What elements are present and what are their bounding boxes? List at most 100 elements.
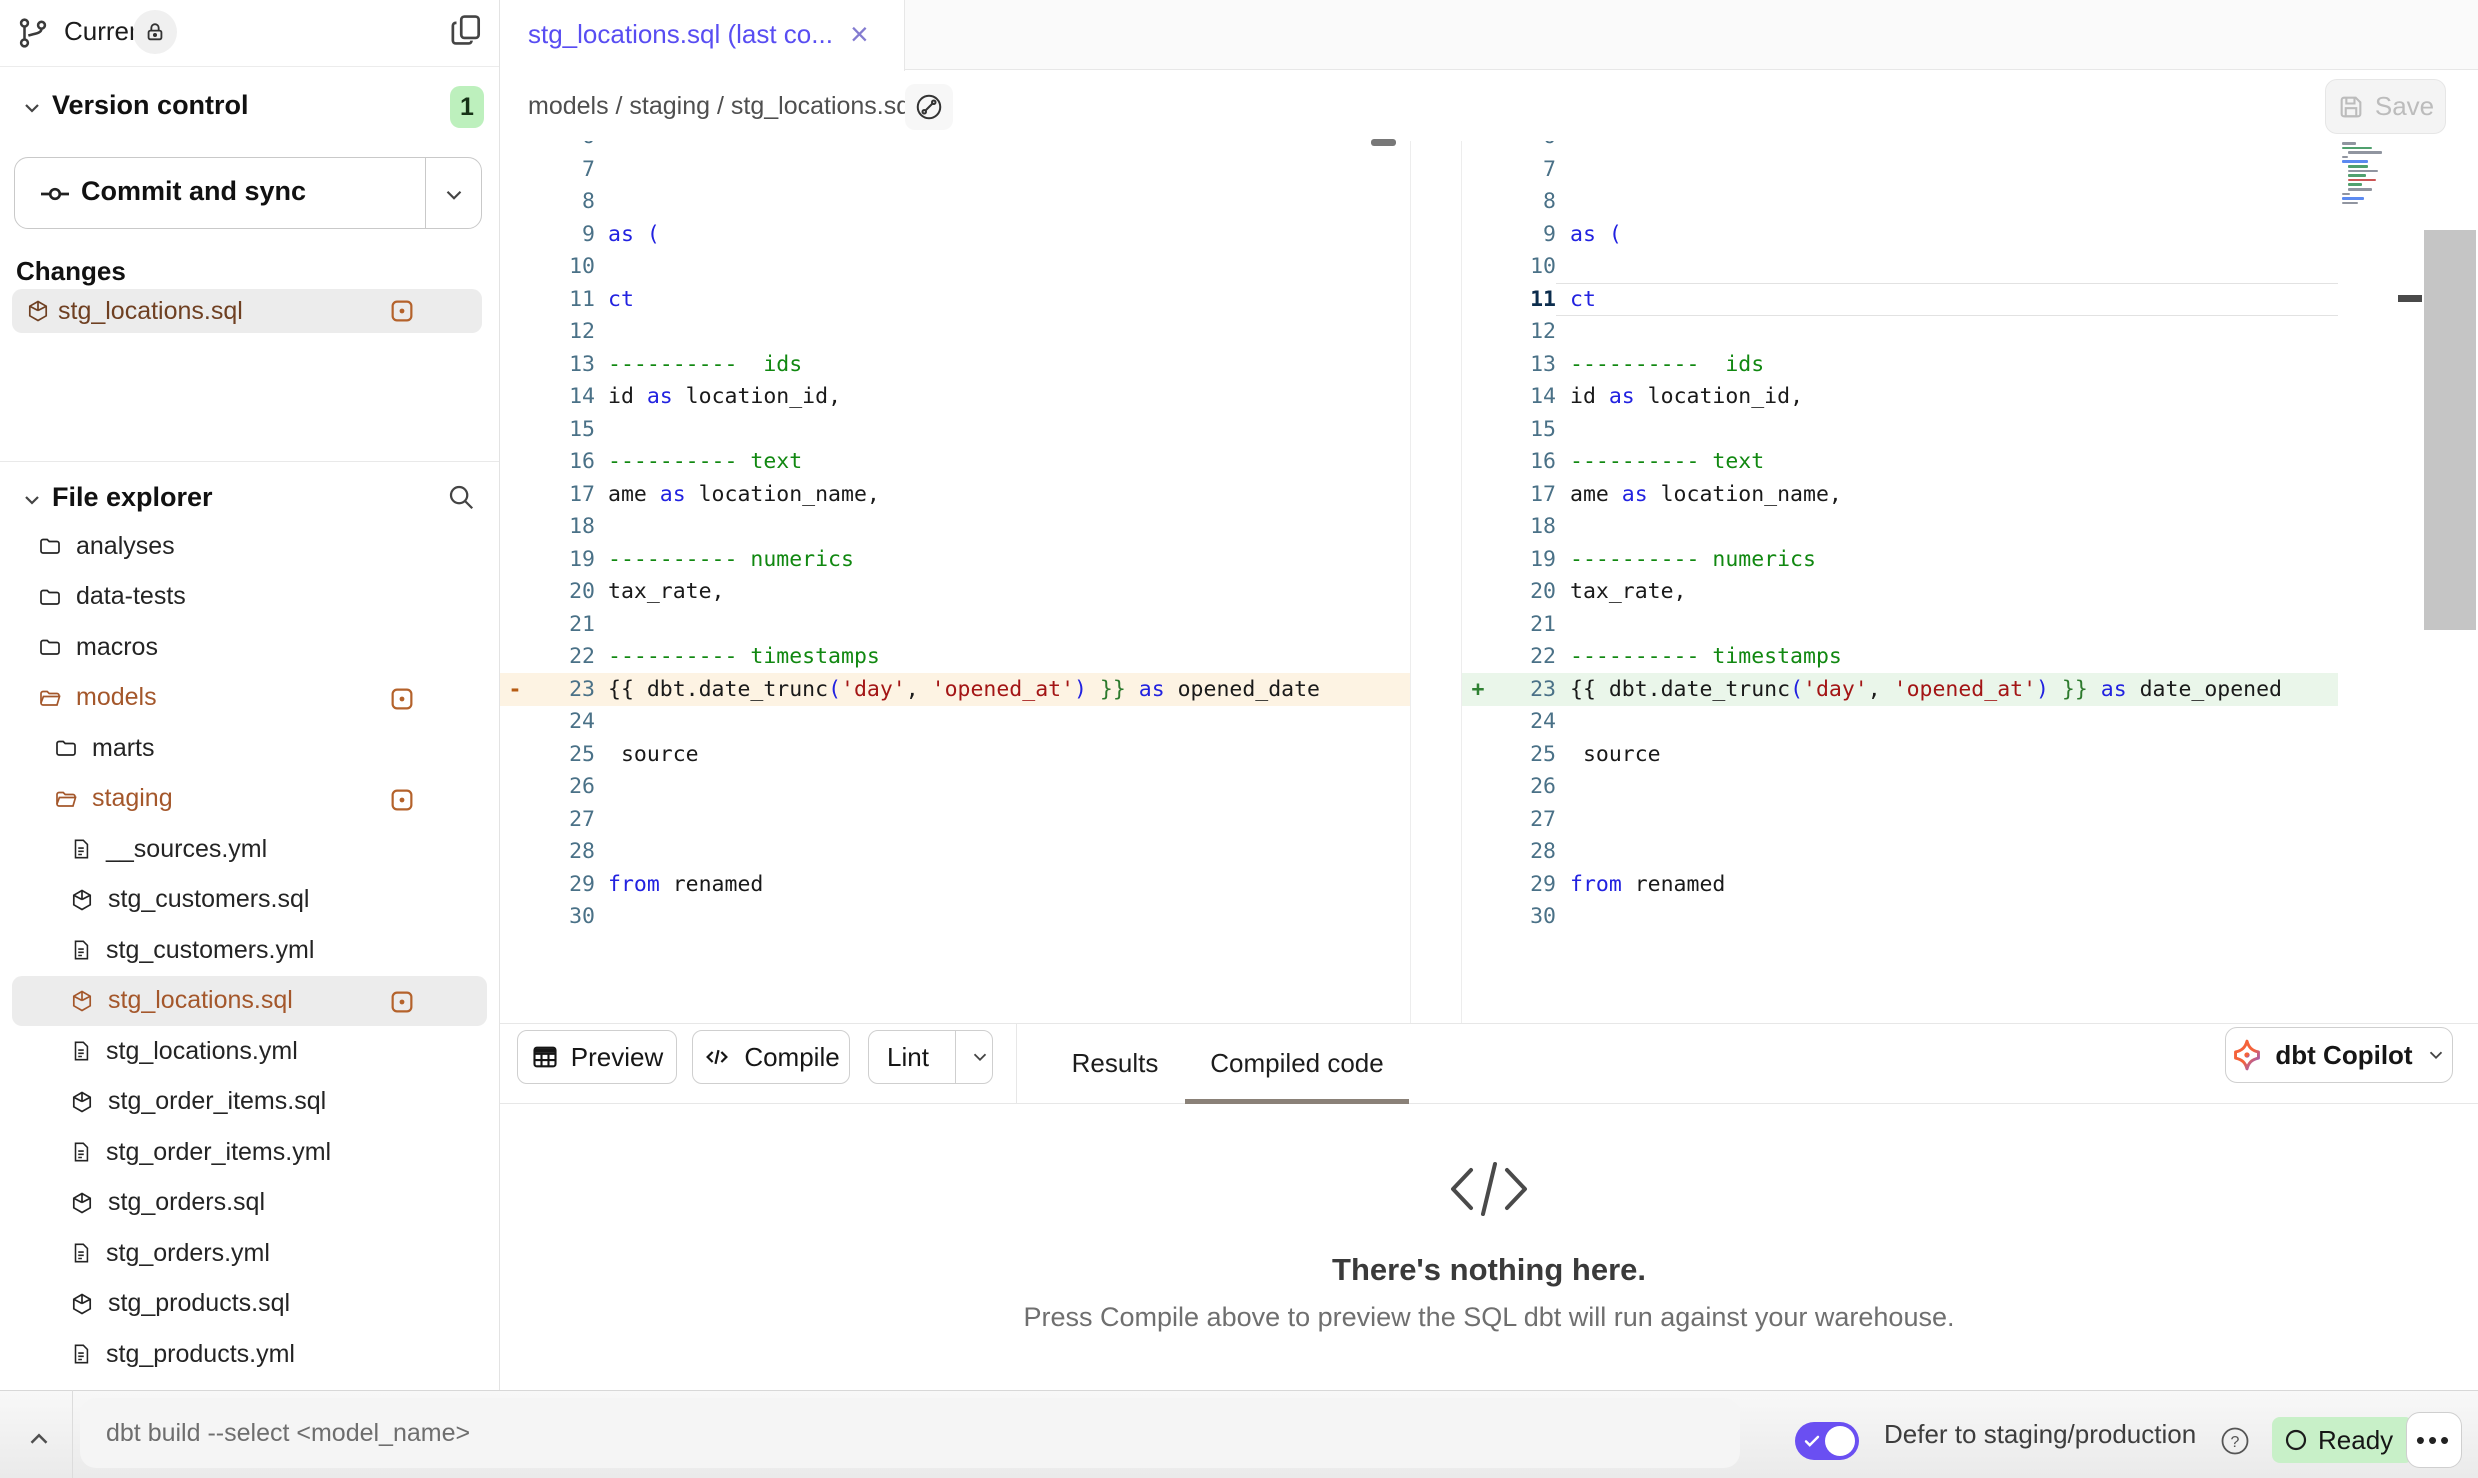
file-name: models xyxy=(76,683,157,712)
modified-badge-icon xyxy=(391,991,413,1013)
file-row-staging[interactable]: staging xyxy=(12,774,487,825)
file-row-data-tests[interactable]: data-tests xyxy=(12,572,487,623)
tab-title: stg_locations.sql (last co... xyxy=(528,19,833,50)
file-row-marts[interactable]: marts xyxy=(12,723,487,774)
file-name: stg_order_items.sql xyxy=(108,1087,326,1116)
dbt-copilot-button[interactable]: dbt Copilot xyxy=(2225,1027,2453,1083)
model-icon xyxy=(70,1292,94,1316)
code-line-18: 18 xyxy=(1462,510,2338,543)
code-line-16: 16---------- text xyxy=(500,445,1410,478)
code-line-8: 8 xyxy=(1462,185,2338,218)
code-line-17: 17ame as location_name, xyxy=(1462,478,2338,511)
compile-label: Compile xyxy=(744,1042,839,1073)
more-options-button[interactable]: ••• xyxy=(2406,1412,2462,1468)
file-row-stg_orders.sql[interactable]: stg_orders.sql xyxy=(12,1178,487,1229)
model-icon xyxy=(70,1090,94,1114)
tab-stg-locations[interactable]: stg_locations.sql (last co... × xyxy=(500,0,905,71)
file-icon xyxy=(70,1140,92,1164)
file-name: stg_locations.yml xyxy=(106,1037,298,1066)
editor-scrollbar-thumb[interactable] xyxy=(2424,230,2476,630)
model-cube-icon xyxy=(26,299,50,323)
chevron-down-icon[interactable] xyxy=(20,488,44,512)
defer-toggle[interactable] xyxy=(1795,1422,1859,1460)
changed-file-name: stg_locations.sql xyxy=(58,297,243,326)
git-branch-icon xyxy=(16,16,50,50)
code-line-25: 25 source xyxy=(1462,738,2338,771)
file-name: stg_orders.sql xyxy=(108,1188,265,1217)
chevron-up-icon[interactable] xyxy=(24,1424,54,1454)
code-line-11: 11ct xyxy=(1462,283,2338,316)
search-icon[interactable] xyxy=(446,482,476,512)
save-button[interactable]: Save xyxy=(2325,79,2446,134)
version-control-title[interactable]: Version control xyxy=(52,90,249,121)
file-row-stg_products.sql[interactable]: stg_products.sql xyxy=(12,1279,487,1330)
diff-editor-left-pane[interactable]: 6789as (1011ct1213---------- ids14id as … xyxy=(500,141,1410,1023)
dbt-copilot-icon xyxy=(2231,1039,2263,1071)
command-input[interactable] xyxy=(80,1398,1740,1468)
breadcrumb[interactable]: models / staging / stg_locations.sql xyxy=(528,71,916,141)
file-name: stg_orders.yml xyxy=(106,1239,270,1268)
file-row-macros[interactable]: macros xyxy=(12,622,487,673)
lint-button[interactable]: Lint xyxy=(868,1030,993,1084)
changes-file-row[interactable]: stg_locations.sql xyxy=(12,289,482,333)
file-explorer-list: analyses data-testsmacros models martsstagi… xyxy=(0,521,499,1390)
file-row-models[interactable]: models xyxy=(12,673,487,724)
file-explorer-title[interactable]: File explorer xyxy=(52,482,213,513)
code-line-8: 8 xyxy=(500,185,1410,218)
empty-state-subtitle: Press Compile above to preview the SQL d… xyxy=(500,1302,2478,1333)
left-pane-scrollbar-thumb[interactable] xyxy=(1371,139,1396,146)
model-icon xyxy=(70,888,94,912)
code-line-30: 30 xyxy=(1462,900,2338,933)
code-line-20: 20tax_rate, xyxy=(1462,575,2338,608)
file-name: stg_customers.yml xyxy=(106,936,314,965)
chevron-down-icon[interactable] xyxy=(968,1046,993,1068)
defer-label: Defer to staging/production xyxy=(1884,1390,2196,1478)
code-line-23: +23{{ dbt.date_trunc('day', 'opened_at')… xyxy=(1462,673,2338,706)
help-icon[interactable]: ? xyxy=(2220,1426,2250,1456)
file-icon xyxy=(70,1241,92,1265)
branch-lock-badge xyxy=(133,10,177,54)
lineage-button[interactable] xyxy=(905,84,953,130)
file-name: stg_order_items.yml xyxy=(106,1138,331,1167)
chevron-down-icon[interactable] xyxy=(441,182,467,208)
code-line-10: 10 xyxy=(1462,250,2338,283)
diff-editor-right-pane[interactable]: 6789as (1011ct1213---------- ids14id as … xyxy=(1462,141,2338,1023)
code-line-19: 19---------- numerics xyxy=(1462,543,2338,576)
code-line-14: 14id as location_id, xyxy=(500,380,1410,413)
code-line-14: 14id as location_id, xyxy=(1462,380,2338,413)
file-row-analyses[interactable]: analyses xyxy=(12,521,487,572)
file-row-__sources.yml[interactable]: __sources.yml xyxy=(12,824,487,875)
model-icon xyxy=(70,989,94,1013)
close-icon[interactable]: × xyxy=(850,16,869,53)
file-row-stg_order_items.yml[interactable]: stg_order_items.yml xyxy=(12,1127,487,1178)
file-row-stg_customers.yml[interactable]: stg_customers.yml xyxy=(12,925,487,976)
tab-compiled-code[interactable]: Compiled code xyxy=(1204,1023,1390,1104)
minimap[interactable] xyxy=(2342,142,2398,208)
code-line-29: 29from renamed xyxy=(500,868,1410,901)
code-line-29: 29from renamed xyxy=(1462,868,2338,901)
file-row-stg_customers.sql[interactable]: stg_customers.sql xyxy=(12,875,487,926)
code-line-18: 18 xyxy=(500,510,1410,543)
copy-icon[interactable] xyxy=(444,8,488,52)
code-line-24: 24 xyxy=(1462,705,2338,738)
file-row-stg_orders.yml[interactable]: stg_orders.yml xyxy=(12,1228,487,1279)
file-row-stg_locations.yml[interactable]: stg_locations.yml xyxy=(12,1026,487,1077)
file-row-stg_locations.sql[interactable]: stg_locations.sql xyxy=(12,976,487,1027)
empty-state-title: There's nothing here. xyxy=(500,1252,2478,1288)
code-line-27: 27 xyxy=(1462,803,2338,836)
file-name: analyses xyxy=(76,532,175,561)
compile-button[interactable]: Compile xyxy=(692,1030,850,1084)
file-row-stg_products.yml[interactable]: stg_products.yml xyxy=(12,1329,487,1380)
changes-count-badge: 1 xyxy=(450,86,484,128)
file-name: stg_customers.sql xyxy=(108,885,309,914)
folder-open-icon xyxy=(38,686,62,710)
file-icon xyxy=(70,837,92,861)
file-row-stg_order_items.sql[interactable]: stg_order_items.sql xyxy=(12,1077,487,1128)
preview-button[interactable]: Preview xyxy=(517,1030,677,1084)
chevron-down-icon[interactable] xyxy=(20,96,44,120)
commit-and-sync-button[interactable]: Commit and sync xyxy=(14,157,482,229)
code-line-15: 15 xyxy=(1462,413,2338,446)
code-line-28: 28 xyxy=(1462,835,2338,868)
table-icon xyxy=(531,1043,559,1071)
tab-results[interactable]: Results xyxy=(1055,1023,1175,1104)
